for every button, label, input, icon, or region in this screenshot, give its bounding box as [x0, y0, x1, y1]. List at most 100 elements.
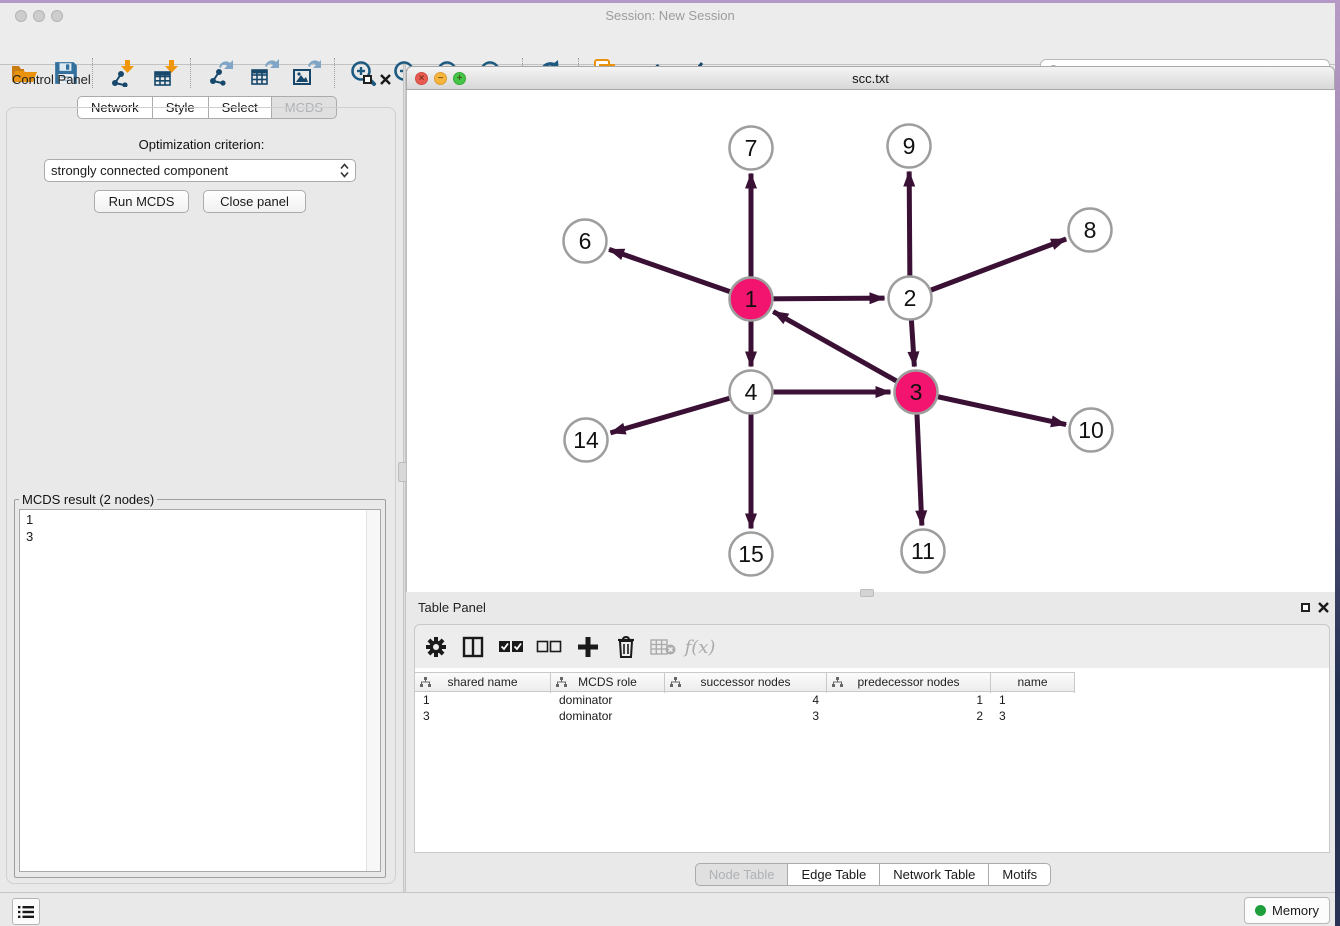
tab-node-table[interactable]: Node Table — [695, 863, 789, 886]
deselect-all-icon[interactable] — [532, 630, 566, 664]
control-panel-header: Control Panel — [0, 70, 403, 92]
memory-button[interactable]: Memory — [1244, 897, 1330, 924]
window-titlebar: Session: New Session — [0, 3, 1340, 28]
graph-node-label: 6 — [579, 228, 592, 254]
delete-table-icon[interactable] — [646, 630, 680, 664]
column-header-predecessor-nodes[interactable]: predecessor nodes — [827, 673, 991, 693]
network-view-titlebar: × − + scc.txt — [406, 66, 1335, 90]
table-panel-title: Table Panel — [418, 600, 486, 615]
table-cell: 2 — [827, 708, 991, 724]
graph-node-7[interactable]: 7 — [730, 127, 773, 170]
graph-node-14[interactable]: 14 — [565, 419, 608, 462]
desktop-edge-right — [1335, 0, 1340, 926]
task-history-button[interactable] — [12, 898, 40, 925]
graph-node-11[interactable]: 11 — [902, 530, 945, 573]
columns-icon[interactable] — [456, 630, 490, 664]
table-row[interactable]: 1dominator411 — [415, 692, 1329, 708]
attribute-type-icon — [670, 677, 681, 688]
graph-edge-3-10[interactable] — [916, 392, 1066, 425]
control-panel-float-button[interactable] — [360, 72, 374, 86]
network-graph[interactable]: 7 9 6 8 1 2 4 3 14 10 15 11 — [407, 90, 1334, 592]
application-window: Session: New Session — [0, 0, 1340, 926]
control-panel-title: Control Panel — [12, 72, 91, 87]
select-all-icon[interactable] — [494, 630, 528, 664]
table-cell: 1 — [991, 692, 1075, 708]
graph-node-9[interactable]: 9 — [888, 125, 931, 168]
run-mcds-button[interactable]: Run MCDS — [94, 190, 189, 213]
graph-node-3[interactable]: 3 — [895, 371, 938, 414]
graph-node-4[interactable]: 4 — [730, 371, 773, 414]
list-icon — [18, 905, 34, 919]
mcds-result-textarea[interactable]: 1 3 — [19, 509, 381, 872]
graph-node-1[interactable]: 1 — [730, 278, 773, 321]
graph-edge-3-1[interactable] — [773, 312, 916, 392]
gear-icon[interactable] — [419, 630, 453, 664]
graph-node-label: 3 — [910, 379, 923, 405]
memory-button-label: Memory — [1272, 903, 1319, 918]
graph-node-10[interactable]: 10 — [1070, 409, 1113, 452]
graph-node-2[interactable]: 2 — [889, 277, 932, 320]
table-panel-tabs: Node TableEdge TableNetwork TableMotifs — [406, 863, 1340, 886]
attribute-type-icon — [832, 677, 843, 688]
function-icon[interactable]: f(x) — [683, 630, 717, 664]
close-panel-button[interactable]: Close panel — [203, 190, 306, 213]
memory-status-dot — [1255, 905, 1266, 916]
table-cell: 1 — [415, 692, 551, 708]
graph-node-6[interactable]: 6 — [564, 220, 607, 263]
graph-node-label: 11 — [911, 538, 935, 564]
graph-node-label: 8 — [1084, 217, 1097, 243]
table-cell: 3 — [665, 708, 827, 724]
table-cell: 1 — [827, 692, 991, 708]
table-panel-float-button[interactable] — [1298, 600, 1312, 614]
network-view-title: scc.txt — [407, 71, 1334, 86]
table-header-row: shared nameMCDS rolesuccessor nodesprede… — [415, 672, 1075, 692]
mcds-result-scrollbar[interactable] — [366, 510, 380, 871]
table-cell: 3 — [415, 708, 551, 724]
attribute-type-icon — [556, 677, 567, 688]
graph-node-label: 14 — [573, 427, 599, 453]
mcds-result-fieldset: MCDS result (2 nodes) 1 3 — [14, 492, 386, 878]
table-cell: dominator — [551, 692, 665, 708]
column-header-mcds-role[interactable]: MCDS role — [551, 673, 665, 693]
table-panel-header: Table Panel — [406, 596, 1340, 620]
attribute-type-icon — [420, 677, 431, 688]
mcds-result-text: 1 3 — [20, 510, 366, 871]
window-title: Session: New Session — [0, 8, 1340, 23]
graph-node-label: 2 — [904, 285, 917, 311]
tab-network-table[interactable]: Network Table — [880, 863, 989, 886]
main-toolbar — [0, 28, 1340, 65]
graph-node-label: 15 — [738, 541, 764, 567]
criterion-select-value: strongly connected component — [51, 163, 340, 178]
table-toolbar: f(x) — [414, 624, 1330, 669]
status-bar: Memory — [0, 892, 1340, 926]
table-cell: dominator — [551, 708, 665, 724]
table-cell: 4 — [665, 692, 827, 708]
network-view-window: × − + scc.txt 7 9 6 8 1 2 4 3 14 10 15 11 — [406, 66, 1335, 592]
graph-node-label: 10 — [1078, 417, 1104, 443]
tab-edge-table[interactable]: Edge Table — [788, 863, 880, 886]
graph-node-label: 1 — [745, 286, 758, 312]
trash-icon[interactable] — [609, 630, 643, 664]
tab-motifs[interactable]: Motifs — [989, 863, 1051, 886]
graph-node-15[interactable]: 15 — [730, 533, 773, 576]
column-header-successor-nodes[interactable]: successor nodes — [665, 673, 827, 693]
graph-edge-2-8[interactable] — [910, 239, 1066, 298]
graph-node-label: 4 — [745, 379, 758, 405]
column-header-name[interactable]: name — [991, 673, 1075, 693]
optimization-criterion-label: Optimization criterion: — [0, 137, 403, 152]
mcds-result-title: MCDS result (2 nodes) — [19, 492, 157, 507]
close-icon — [1318, 602, 1329, 613]
table-body: 1dominator4113dominator323 — [415, 692, 1329, 724]
table-panel-close-button[interactable] — [1316, 600, 1330, 614]
graph-node-label: 7 — [745, 135, 758, 161]
network-canvas[interactable]: 7 9 6 8 1 2 4 3 14 10 15 11 — [406, 90, 1335, 592]
table-row[interactable]: 3dominator323 — [415, 708, 1329, 724]
graph-node-8[interactable]: 8 — [1069, 209, 1112, 252]
node-table: shared nameMCDS rolesuccessor nodesprede… — [414, 668, 1330, 853]
table-cell: 3 — [991, 708, 1075, 724]
close-icon — [380, 74, 391, 85]
control-panel-close-button[interactable] — [378, 72, 392, 86]
criterion-select[interactable]: strongly connected component — [44, 159, 356, 182]
column-header-shared-name[interactable]: shared name — [415, 673, 551, 693]
add-icon[interactable] — [571, 630, 605, 664]
